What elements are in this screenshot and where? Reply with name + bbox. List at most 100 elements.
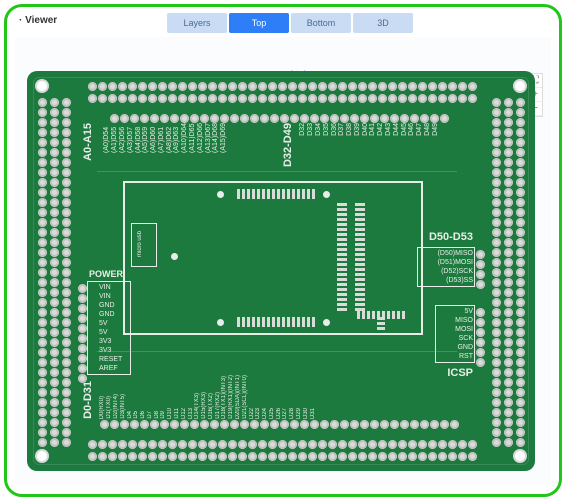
pin-label: D34 bbox=[315, 123, 322, 136]
pin-label: D29 bbox=[296, 408, 302, 419]
pin-label: D41 bbox=[369, 123, 376, 136]
label-micro-usb: micro usb bbox=[137, 231, 143, 257]
pin-label: D36 bbox=[331, 123, 338, 136]
via bbox=[171, 253, 178, 260]
pin-label: D26 bbox=[276, 408, 282, 419]
micro-usb-outline bbox=[131, 223, 157, 267]
power-labels: VINVINGNDGND5V5V3V33V3RESETAREF bbox=[99, 283, 122, 373]
pin-label: (A14)D68 bbox=[212, 123, 219, 153]
label-d32-d49: D32-D49 bbox=[282, 123, 294, 167]
pin-label: MISO bbox=[455, 316, 473, 325]
d0-d31-labels: D0(RX0)D1(TX0)D2(INT4)D3(INT5)D4D5D6D7D8… bbox=[99, 375, 316, 419]
pin-label: 5V bbox=[455, 307, 473, 316]
chip-pads bbox=[337, 203, 347, 313]
pin-label: D5 bbox=[133, 411, 139, 419]
pad-column-right bbox=[515, 97, 525, 447]
pin-label: (A10)D64 bbox=[181, 123, 188, 153]
pin-label: D0(RX0) bbox=[99, 396, 105, 419]
chip-pads bbox=[237, 317, 317, 327]
pad-column-left bbox=[37, 97, 47, 447]
pin-label: D11 bbox=[174, 408, 180, 419]
icsp-labels: 5VMISOMOSISCKGNDRST bbox=[455, 307, 473, 361]
pin-label: D48 bbox=[424, 123, 431, 136]
pin-label: D35 bbox=[323, 123, 330, 136]
pin-label: D31 bbox=[310, 408, 316, 419]
pad-column-left bbox=[61, 97, 71, 447]
pin-label: D38 bbox=[346, 123, 353, 136]
mounting-hole bbox=[513, 449, 527, 463]
mounting-hole bbox=[513, 79, 527, 93]
pin-label: D1(TX0) bbox=[106, 396, 112, 419]
pin-label: VIN bbox=[99, 292, 122, 301]
pin-label: (A1)D55 bbox=[111, 123, 118, 153]
pin-label: D47 bbox=[416, 123, 423, 136]
pin-label: D10 bbox=[167, 408, 173, 419]
pin-label: D45 bbox=[401, 123, 408, 136]
pin-label: D37 bbox=[338, 123, 345, 136]
pin-label: D20(SDA)(INT1) bbox=[235, 375, 241, 419]
pin-label: D12 bbox=[181, 408, 187, 419]
pin-label: RESET bbox=[99, 355, 122, 364]
tab-layers[interactable]: Layers bbox=[167, 13, 227, 33]
pin-label: D17(RX2) bbox=[215, 392, 221, 419]
pin-label: (D51)MOSI bbox=[438, 258, 473, 267]
label-icsp: ICSP bbox=[447, 367, 473, 379]
pin-label: D7 bbox=[147, 411, 153, 419]
pin-label: (A13)D67 bbox=[205, 123, 212, 153]
pin-label: GND bbox=[99, 301, 122, 310]
pin-label: D32 bbox=[299, 123, 306, 136]
tab-top[interactable]: Top bbox=[229, 13, 289, 33]
pin-label: (A7)D61 bbox=[158, 123, 165, 153]
pin-label: D9 bbox=[160, 411, 166, 419]
pin-label: GND bbox=[99, 310, 122, 319]
pin-label: D15(RX3) bbox=[201, 392, 207, 419]
pin-label: 5V bbox=[99, 328, 122, 337]
pin-label: (A11)D65 bbox=[189, 123, 196, 153]
tab-3d[interactable]: 3D bbox=[353, 13, 413, 33]
pin-label: D27 bbox=[282, 408, 288, 419]
pin-label: D8 bbox=[154, 411, 160, 419]
pin-label: GND bbox=[455, 343, 473, 352]
d32-d49-labels: D32D33D34D35D36D37D38D39D40D41D42D43D44D… bbox=[299, 123, 439, 136]
pin-label: (D53)SS bbox=[438, 276, 473, 285]
pcb-viewport[interactable]: # techopreneur THE ENGINEERING PROJECTS … bbox=[15, 37, 551, 486]
a-pin-labels: (A0)D54(A1)D55(A2)D56(A3)D57(A4)D58(A5)D… bbox=[103, 123, 228, 153]
layer-tabs: Layers Top Bottom 3D bbox=[167, 13, 413, 33]
via bbox=[323, 319, 330, 326]
pad-row-bottom bbox=[87, 451, 477, 461]
pad-column-left bbox=[49, 97, 59, 447]
pin-label: D46 bbox=[408, 123, 415, 136]
pin-label: D25 bbox=[269, 408, 275, 419]
mounting-hole bbox=[35, 79, 49, 93]
pcb-board: A0-A15 (A0)D54(A1)D55(A2)D56(A3)D57(A4)D… bbox=[27, 71, 535, 471]
pin-label: (D52)SCK bbox=[438, 267, 473, 276]
pin-label: (A3)D57 bbox=[127, 123, 134, 153]
pin-label: D30 bbox=[303, 408, 309, 419]
power-pads bbox=[77, 283, 87, 383]
pin-label: D4 bbox=[127, 411, 133, 419]
pin-label: D43 bbox=[385, 123, 392, 136]
pin-label: (A2)D56 bbox=[119, 123, 126, 153]
pin-label: D14(TX3) bbox=[194, 393, 200, 419]
pin-label: (A0)D54 bbox=[103, 123, 110, 153]
pin-label: RST bbox=[455, 352, 473, 361]
via bbox=[217, 319, 224, 326]
pin-label: 5V bbox=[99, 319, 122, 328]
viewer-label: · Viewer bbox=[19, 15, 57, 26]
pin-label: D18(TX1)(INT3) bbox=[221, 376, 227, 419]
pin-label: VIN bbox=[99, 283, 122, 292]
pin-label: MOSI bbox=[455, 325, 473, 334]
pin-label: D19(RX1)(INT2) bbox=[228, 375, 234, 419]
tab-bottom[interactable]: Bottom bbox=[291, 13, 351, 33]
pad-row-top bbox=[87, 81, 477, 91]
pin-label: (A15)D69 bbox=[220, 123, 227, 153]
label-d0-d31: D0-D31 bbox=[82, 381, 94, 419]
pad-row-inner-top bbox=[109, 113, 449, 123]
chip-pads bbox=[355, 203, 365, 313]
pin-label: D13 bbox=[188, 408, 194, 419]
pin-label: SCK bbox=[455, 334, 473, 343]
d50-d53-labels: (D50)MISO(D51)MOSI(D52)SCK(D53)SS bbox=[438, 249, 473, 285]
pin-label: D21(SCL)(INT0) bbox=[242, 375, 248, 419]
pin-label: (A5)D59 bbox=[142, 123, 149, 153]
pad-row-bottom bbox=[87, 439, 477, 449]
